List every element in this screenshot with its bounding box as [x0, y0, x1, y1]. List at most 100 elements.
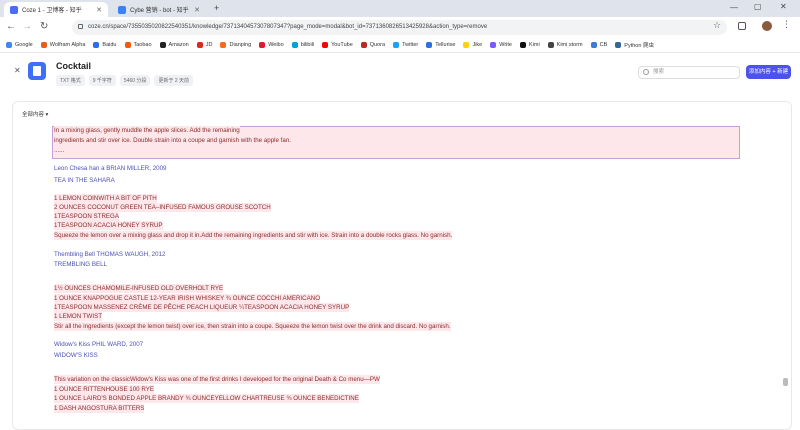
bookmark-favicon-icon: [590, 41, 597, 48]
browser-tab-2[interactable]: Cybe 营销 - bot - 知乎 ✕: [112, 2, 206, 17]
search-input[interactable]: 搜索: [638, 66, 740, 79]
bookmark-item[interactable]: Kimi: [519, 41, 540, 48]
bookmark-item[interactable]: Kimi storm: [547, 41, 583, 48]
forward-icon[interactable]: →: [22, 21, 32, 33]
bookmark-favicon-icon: [547, 41, 554, 48]
bookmark-favicon-icon: [124, 41, 131, 48]
search-icon: [643, 69, 649, 75]
bookmark-item[interactable]: Weibo: [259, 41, 284, 48]
bookmark-favicon-icon: [196, 41, 203, 48]
bookmark-item[interactable]: CB: [590, 41, 608, 48]
tag-format: TXT 格式: [56, 75, 85, 86]
content-line: ......: [54, 146, 65, 155]
content-line: This variation on the classicWidow's Kis…: [54, 375, 380, 384]
browser-tab-bar: Coze 1 - 卫博客 - 知乎 ✕ Cybe 营销 - bot - 知乎 ✕…: [0, 0, 800, 17]
document-tags: TXT 格式 9 千字符 5460 分段 更新于 2 天前: [56, 75, 193, 86]
extensions-icon[interactable]: [738, 22, 746, 30]
new-tab-button[interactable]: +: [214, 3, 219, 13]
add-content-button[interactable]: 添加内容 + 新建: [746, 65, 791, 79]
bookmark-label: Amazon: [168, 41, 189, 48]
bookmark-item[interactable]: YouTube: [322, 41, 353, 48]
bookmark-item[interactable]: bilibili: [291, 41, 314, 48]
bookmark-item[interactable]: JD: [196, 41, 212, 48]
bookmark-item[interactable]: Taobao: [124, 41, 152, 48]
bookmark-label: Jike: [472, 41, 483, 48]
bookmark-label: Kimi: [528, 41, 540, 48]
scrollbar-thumb[interactable]: [783, 378, 788, 386]
bookmark-item[interactable]: Quora: [360, 41, 386, 48]
close-icon[interactable]: ✕: [14, 66, 21, 75]
bookmark-label: CB: [599, 41, 608, 48]
bookmark-item[interactable]: Tellurise: [426, 41, 456, 48]
bookmark-label: Google: [15, 41, 33, 48]
content-line: In a mixing glass, gently muddle the app…: [54, 126, 240, 135]
bookmark-favicon-icon: [519, 41, 526, 48]
url-text: coze.cn/space/7355035020822540351/knowle…: [88, 24, 488, 30]
close-window-icon[interactable]: ✕: [780, 2, 787, 11]
browser-tab-1[interactable]: Coze 1 - 卫博客 - 知乎 ✕: [4, 2, 108, 17]
bookmark-favicon-icon: [322, 41, 329, 48]
bookmark-favicon-icon: [426, 41, 433, 48]
browser-toolbar: ← → ↻ coze.cn/space/7355035020822540351/…: [0, 17, 800, 37]
maximize-window-icon[interactable]: ▢: [754, 2, 762, 11]
menu-icon[interactable]: ⋮: [782, 19, 791, 30]
bookmark-favicon-icon: [259, 41, 266, 48]
bookmark-item[interactable]: Python 爬虫: [615, 41, 654, 49]
avatar[interactable]: [762, 21, 772, 31]
address-bar[interactable]: coze.cn/space/7355035020822540351/knowle…: [72, 20, 727, 35]
bookmark-label: Twitter: [402, 41, 419, 48]
bookmark-item[interactable]: Amazon: [159, 41, 189, 48]
bookmark-item[interactable]: Twitter: [393, 41, 419, 48]
content-line: Squeeze the lemon over a mixing glass an…: [54, 231, 453, 240]
content-line: Thembling Bell THOMAS WAUGH, 2012: [54, 251, 166, 258]
content-line: 1 LEMON COINWITH A BIT OF PITH: [54, 194, 157, 203]
lock-icon: [78, 24, 83, 29]
content-line: ingredients and stir over ice. Double st…: [54, 136, 291, 145]
page-title: Cocktail: [56, 61, 92, 71]
bookmark-item[interactable]: Baidu: [93, 41, 117, 48]
tag-updated: 更新于 2 天前: [154, 75, 193, 86]
bookmark-label: Baidu: [102, 41, 117, 48]
bookmark-favicon-icon: [220, 41, 227, 48]
tag-size: 9 千字符: [88, 75, 116, 86]
content-line: 1 OUNCE LAIRD'S BONDED APPLE BRANDY ¾ OU…: [54, 394, 359, 403]
content-line: Widow's Kiss PHIL WARD, 2007: [54, 341, 144, 348]
bookmark-favicon-icon: [6, 41, 12, 48]
bookmark-favicon-icon: [393, 41, 400, 48]
content-line: 1 OUNCE RITTENHOUSE 100 RYE: [54, 385, 154, 394]
bookmark-favicon-icon: [490, 41, 497, 48]
bookmark-label: Kimi storm: [556, 41, 583, 48]
bookmark-item[interactable]: Wolfram Alpha: [40, 41, 85, 48]
tag-segments: 5460 分段: [119, 75, 151, 86]
close-tab-icon[interactable]: ✕: [96, 6, 102, 14]
bookmark-favicon-icon: [291, 41, 298, 48]
bookmark-favicon-icon: [40, 41, 47, 48]
filter-label: 全部内容: [22, 112, 45, 118]
content-line: 1TEASPOON MASSENEZ CRÈME DE PÊCHE PEACH …: [54, 303, 350, 312]
chevron-down-icon: ▾: [45, 112, 49, 118]
back-icon[interactable]: ←: [6, 21, 16, 33]
content-line: 1 OUNCE KNAPPOGUE CASTLE 12-YEAR IRISH W…: [54, 294, 321, 303]
bookmark-label: Python 爬虫: [624, 42, 654, 49]
filter-dropdown[interactable]: 全部内容 ▾: [22, 110, 48, 118]
bookmark-item[interactable]: Google: [6, 41, 33, 48]
document-content: In a mixing glass, gently muddle the app…: [54, 126, 744, 430]
bookmark-label: YouTube: [331, 41, 353, 48]
close-tab-icon[interactable]: ✕: [194, 6, 200, 14]
bookmark-item[interactable]: Dianping: [220, 41, 251, 48]
bookmark-label: Quora: [369, 41, 386, 48]
reload-icon[interactable]: ↻: [40, 21, 48, 33]
content-line: 2 OUNCES COCONUT GREEN TEA–INFUSED FAMOU…: [54, 203, 271, 212]
bookmark-favicon-icon: [615, 41, 622, 48]
minimize-window-icon[interactable]: —: [730, 3, 738, 12]
content-line: Stir all the ingredients (except the lem…: [54, 322, 451, 331]
content-line: 1TEASPOON STREGA: [54, 212, 119, 221]
bookmark-label: Tellurise: [435, 41, 456, 48]
bookmark-favicon-icon: [159, 41, 166, 48]
bookmark-label: Weibo: [268, 41, 284, 48]
bookmark-star-icon[interactable]: ☆: [713, 20, 721, 31]
bookmark-item[interactable]: Jike: [463, 41, 483, 48]
tab-favicon-icon: [10, 5, 18, 14]
bookmark-item[interactable]: Write: [490, 41, 512, 48]
content-line: WIDOW'S KISS: [54, 352, 98, 359]
